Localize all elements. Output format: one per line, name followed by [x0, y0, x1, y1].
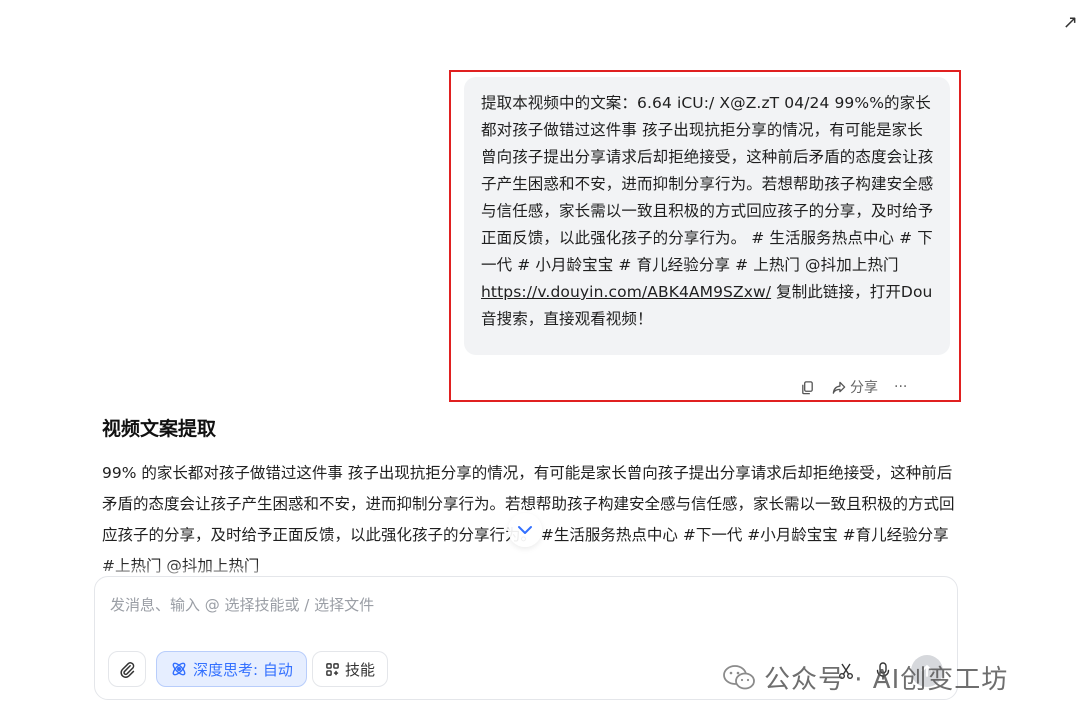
- more-button[interactable]: ···: [894, 379, 907, 395]
- composer-tools: [837, 655, 943, 687]
- send-button[interactable]: [911, 655, 943, 687]
- answer-title: 视频文案提取: [102, 418, 217, 440]
- share-icon: [832, 381, 846, 394]
- video-link[interactable]: https://v.douyin.com/ABK4AM9SZxw/: [481, 283, 771, 301]
- grid-icon: [326, 662, 339, 676]
- share-button[interactable]: 分享: [831, 377, 878, 397]
- skills-button[interactable]: 技能: [312, 651, 389, 687]
- corner-arrow-icon: ↗: [1062, 12, 1078, 33]
- share-label: 分享: [850, 380, 878, 396]
- attach-file-button[interactable]: [108, 651, 146, 687]
- copy-button[interactable]: [800, 380, 815, 395]
- skills-label: 技能: [345, 660, 376, 679]
- more-icon: ···: [894, 379, 908, 395]
- chevron-down-icon: [518, 526, 532, 534]
- copy-icon: [802, 380, 813, 394]
- message-input[interactable]: [108, 595, 712, 615]
- scissors-icon[interactable]: [837, 662, 855, 680]
- arrow-up-icon: [921, 665, 933, 677]
- user-message-bubble: 提取本视频中的文案：6.64 iCU:/ X@Z.zT 04/24 99%%的家…: [464, 77, 950, 355]
- microphone-icon[interactable]: [875, 661, 891, 681]
- scroll-to-bottom-button[interactable]: [508, 513, 542, 547]
- user-message-text: 提取本视频中的文案：6.64 iCU:/ X@Z.zT 04/24 99%%的家…: [481, 94, 934, 274]
- deep-think-toggle[interactable]: 深度思考: 自动: [156, 651, 307, 687]
- paperclip-icon: [119, 661, 134, 678]
- atom-icon: [172, 662, 186, 676]
- message-composer: 深度思考: 自动 技能: [94, 576, 958, 700]
- deep-think-label: 深度思考: 自动: [193, 660, 293, 679]
- message-actions: 分享 ···: [800, 377, 907, 397]
